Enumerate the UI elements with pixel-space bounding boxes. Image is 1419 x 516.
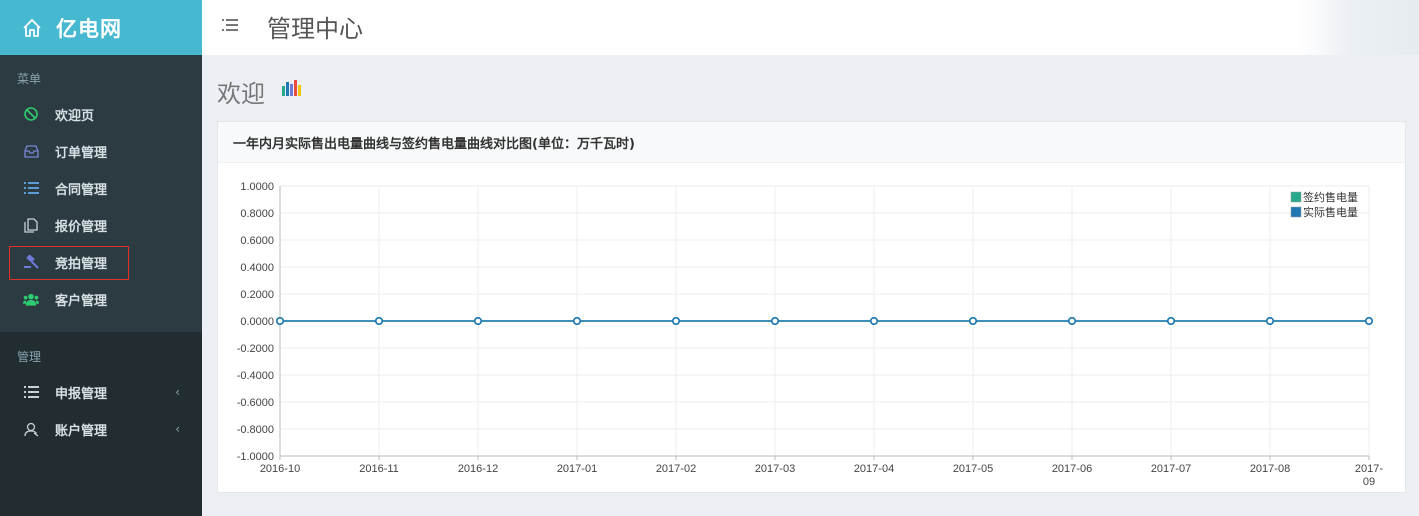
y-tick-label: 0.0000 (240, 316, 274, 328)
copy-icon (23, 217, 39, 233)
bar-chart-icon (282, 80, 301, 96)
y-tick-label: 0.4000 (240, 262, 274, 274)
manage-section-title: 管理 (17, 350, 42, 364)
legend-label: 实际售电量 (1303, 205, 1358, 219)
x-tick-label: 2017-01 (557, 463, 597, 475)
legend-swatch (1290, 191, 1302, 203)
sidebar-item-label: 欢迎页 (55, 108, 95, 124)
chevron-left-icon: ‹ (175, 385, 180, 399)
globe-icon (23, 106, 39, 122)
sidebar-item-orders[interactable]: 订单管理 (0, 136, 202, 166)
y-tick-label: -0.2000 (237, 343, 274, 355)
data-point (473, 317, 482, 326)
sidebar-item-label: 客户管理 (55, 293, 108, 309)
x-tick-label: 2016-12 (458, 463, 498, 475)
y-tick-label: 0.8000 (240, 208, 274, 220)
x-tick-label: 2017-04 (854, 463, 894, 475)
x-tick-label: 2016-10 (260, 463, 300, 475)
y-tick-label: -1.0000 (237, 451, 274, 463)
legend-swatch (1290, 206, 1302, 218)
x-tick-label: 2017-05 (953, 463, 993, 475)
x-tick-label: 2016-11 (359, 463, 399, 475)
x-tick-label: 2017-06 (1052, 463, 1092, 475)
line-chart: 1.0000 0.8000 0.6000 0.4000 0.2000 0.0000 -0.2… (237, 181, 1384, 488)
page-title: 欢迎 (217, 80, 265, 108)
menu-section-title: 菜单 (17, 72, 42, 86)
x-tick-label: 2017- (1355, 463, 1383, 475)
sidebar-item-auction[interactable]: 竞拍管理 (0, 247, 202, 277)
gavel-icon (23, 254, 39, 270)
sidebar-item-quotes[interactable]: 报价管理 (0, 210, 202, 240)
data-point (770, 317, 779, 326)
home-icon (23, 18, 41, 37)
data-point (671, 317, 680, 326)
header-title: 管理中心 (267, 15, 363, 43)
x-tick-label: 2017-07 (1151, 463, 1191, 475)
sidebar-item-label: 账户管理 (55, 423, 108, 439)
legend-label: 签约售电量 (1303, 190, 1358, 204)
data-point (1365, 317, 1374, 326)
brand-name: 亿电网 (56, 16, 122, 41)
menu-toggle-icon[interactable] (222, 18, 238, 32)
y-tick-label: -0.6000 (237, 397, 274, 409)
sidebar-item-declarations[interactable]: 申报管理 ‹ (0, 377, 202, 407)
top-header: 管理中心 (202, 0, 1419, 55)
list-icon (23, 180, 39, 196)
sidebar-item-contracts[interactable]: 合同管理 (0, 173, 202, 203)
data-point (1266, 317, 1275, 326)
chevron-left-icon: ‹ (175, 422, 180, 436)
x-tick-label: 2017-02 (656, 463, 696, 475)
sidebar-item-label: 合同管理 (55, 182, 108, 198)
data-point (572, 317, 581, 326)
sidebar-item-label: 申报管理 (55, 386, 108, 402)
chart-panel: 一年内月实际售出电量曲线与签约售电量曲线对比图(单位：万千瓦时) 1.0000 0… (217, 121, 1406, 493)
sidebar: 亿电网 菜单 欢迎页 订单管理 合同管理 报价管理 竞拍管理 客户管理 管理 申… (0, 0, 202, 516)
inbox-icon (23, 143, 39, 159)
sidebar-item-label: 报价管理 (55, 219, 108, 235)
x-tick-label: 2017-08 (1250, 463, 1290, 475)
data-point (375, 317, 384, 326)
y-tick-label: -0.4000 (237, 370, 274, 382)
data-point (968, 317, 977, 326)
sidebar-item-accounts[interactable]: 账户管理 ‹ (0, 414, 202, 444)
list-icon (23, 384, 39, 400)
panel-title: 一年内月实际售出电量曲线与签约售电量曲线对比图(单位：万千瓦时) (218, 122, 1405, 163)
sidebar-item-customers[interactable]: 客户管理 (0, 284, 202, 314)
sidebar-item-label: 竞拍管理 (55, 256, 108, 272)
data-point (1166, 317, 1175, 326)
y-tick-label: 1.0000 (240, 181, 274, 193)
sidebar-item-welcome[interactable]: 欢迎页 (0, 99, 202, 129)
sidebar-item-label: 订单管理 (55, 145, 108, 161)
y-tick-label: -0.8000 (237, 424, 274, 436)
brand-bar[interactable]: 亿电网 (0, 0, 202, 55)
x-tick-label: 2017-03 (755, 463, 795, 475)
data-point (869, 317, 878, 326)
y-tick-label: 0.2000 (240, 289, 274, 301)
data-point (1067, 317, 1076, 326)
users-icon (23, 291, 39, 307)
x-tick-label: 09 (1363, 476, 1375, 488)
data-point (275, 317, 284, 326)
user-menu-blurred[interactable] (1299, 0, 1419, 55)
y-tick-label: 0.6000 (240, 235, 274, 247)
user-icon (23, 421, 39, 437)
